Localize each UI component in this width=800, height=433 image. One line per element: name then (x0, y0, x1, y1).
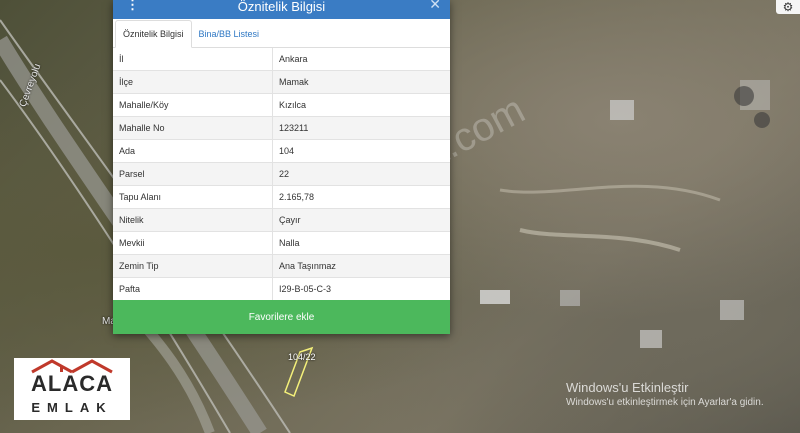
panel-tabs: Öznitelik Bilgisi Bina/BB Listesi (113, 20, 450, 48)
gear-icon: ⚙ (782, 0, 794, 14)
attribute-value: Çayır (272, 208, 450, 232)
vertical-dots-icon[interactable]: ⋮ (126, 0, 139, 12)
attribute-value: Ana Taşınmaz (272, 254, 450, 278)
settings-button[interactable]: ⚙ (776, 0, 800, 14)
attribute-value: 104 (272, 139, 450, 163)
panel-title: Öznitelik Bilgisi (237, 0, 326, 14)
table-row: İl Ankara (113, 48, 450, 71)
attribute-value: Kızılca (272, 93, 450, 117)
company-logo: ALACA EMLAK (14, 358, 130, 420)
attribute-key: Mevkii (113, 231, 273, 255)
attribute-key: Tapu Alanı (113, 185, 273, 209)
table-row: Parsel 22 (113, 162, 450, 186)
tab-building-list[interactable]: Bina/BB Listesi (192, 21, 267, 47)
close-icon[interactable]: ✕ (429, 0, 441, 13)
attribute-value: 123211 (272, 116, 450, 140)
tab-attribute-info[interactable]: Öznitelik Bilgisi (115, 20, 192, 48)
attribute-key: Mahalle/Köy (113, 93, 273, 117)
attribute-key: Ada (113, 139, 273, 163)
activation-title: Windows'u Etkinleştir (566, 380, 689, 395)
table-row: Zemin Tip Ana Taşınmaz (113, 254, 450, 278)
table-row: Mahalle/Köy Kızılca (113, 93, 450, 117)
attribute-key: İl (113, 48, 273, 71)
attribute-value: 2.165,78 (272, 185, 450, 209)
table-row: Pafta I29-B-05-C-3 (113, 277, 450, 300)
parcel-number-label: 104/22 (288, 352, 316, 362)
attribute-value: I29-B-05-C-3 (272, 277, 450, 300)
attribute-key: Mahalle No (113, 116, 273, 140)
attribute-value: Mamak (272, 70, 450, 94)
logo-text-emlak: EMLAK (31, 400, 113, 415)
attribute-value: 22 (272, 162, 450, 186)
attribute-key: İlçe (113, 70, 273, 94)
logo-text-alaca: ALACA (31, 371, 113, 396)
table-row: Mevkii Nalla (113, 231, 450, 255)
attribute-key: Parsel (113, 162, 273, 186)
attribute-key: Pafta (113, 277, 273, 300)
table-row: Mahalle No 123211 (113, 116, 450, 140)
attribute-table: İl Ankara İlçe Mamak Mahalle/Köy Kızılca Mahal… (113, 48, 450, 300)
attribute-value: Ankara (279, 54, 308, 64)
table-row: Tapu Alanı 2.165,78 (113, 185, 450, 209)
attribute-key: Zemin Tip (113, 254, 273, 278)
windows-activation-notice: Windows'u Etkinleştir Windows'u etkinleş… (566, 380, 764, 408)
table-row: Ada 104 (113, 139, 450, 163)
attribute-key: Nitelik (113, 208, 273, 232)
panel-header: ⋮ Öznitelik Bilgisi ✕ (113, 0, 450, 19)
table-row: Nitelik Çayır (113, 208, 450, 232)
activation-subtitle: Windows'u etkinleştirmek için Ayarlar'a … (566, 397, 764, 408)
table-row: İlçe Mamak (113, 70, 450, 94)
attribute-value: Nalla (272, 231, 450, 255)
attribute-panel: ⋮ Öznitelik Bilgisi ✕ Öznitelik Bilgisi … (113, 0, 450, 334)
add-favorite-button[interactable]: Favorilere ekle (113, 300, 450, 334)
